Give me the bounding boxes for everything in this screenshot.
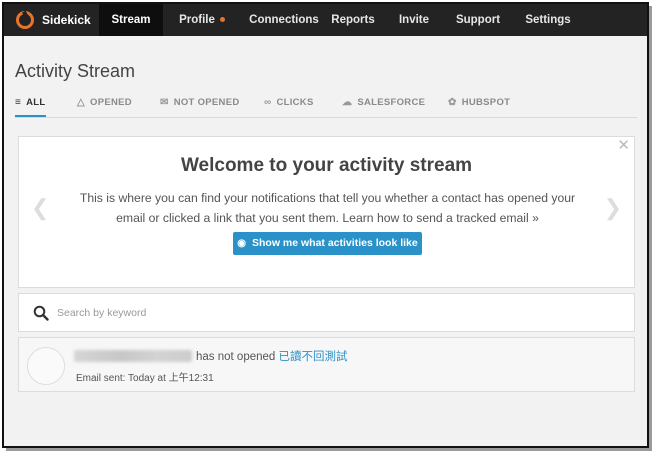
welcome-card: ✕ ❮ ❯ Welcome to your activity stream Th… bbox=[18, 136, 635, 288]
nav-label: Reports bbox=[331, 14, 375, 26]
tab-clicks[interactable]: ∞ CLICKS bbox=[264, 92, 314, 117]
link-icon: ∞ bbox=[264, 97, 272, 108]
page-title: Activity Stream bbox=[15, 61, 136, 81]
tab-label: SALESFORCE bbox=[357, 97, 426, 108]
chevron-right-icon[interactable]: ❯ bbox=[604, 197, 622, 219]
close-icon[interactable]: ✕ bbox=[617, 137, 630, 155]
nav-label: Support bbox=[455, 14, 501, 26]
tab-label: ALL bbox=[26, 97, 46, 108]
window-shadow bbox=[6, 448, 652, 451]
top-navigation-bar: Sidekick Stream Profile Connections Repo… bbox=[4, 4, 647, 36]
hubspot-icon: ✿ bbox=[448, 97, 457, 108]
nav-item-profile[interactable]: Profile bbox=[166, 4, 238, 36]
avatar bbox=[27, 347, 65, 385]
show-activities-button[interactable]: ◉ Show me what activities look like bbox=[233, 232, 422, 255]
nav-item-support[interactable]: Support bbox=[450, 4, 506, 36]
nav-item-settings[interactable]: Settings bbox=[518, 4, 578, 36]
email-subject-link[interactable]: 已讀不回測試 bbox=[279, 351, 348, 363]
sidekick-logo-icon bbox=[16, 11, 34, 29]
tab-label: CLICKS bbox=[276, 97, 314, 108]
tab-label: NOT OPENED bbox=[173, 97, 240, 108]
search-bar bbox=[18, 293, 635, 332]
notification-dot bbox=[219, 17, 225, 23]
eye-icon: ◉ bbox=[237, 238, 246, 249]
window-shadow bbox=[649, 6, 652, 450]
nav-item-reports[interactable]: Reports bbox=[323, 4, 383, 36]
envelope-open-icon: △ bbox=[77, 97, 85, 108]
activity-item[interactable]: has not opened 已讀不回測試 Email sent: Today … bbox=[18, 337, 635, 392]
welcome-text: This is where you can find your notifica… bbox=[79, 191, 576, 225]
nav-item-invite[interactable]: Invite bbox=[390, 4, 438, 36]
contact-email-redacted bbox=[74, 350, 192, 362]
welcome-title: Welcome to your activity stream bbox=[180, 155, 473, 176]
tab-label: HUBSPOT bbox=[461, 97, 511, 108]
list-icon: ≡ bbox=[15, 97, 22, 108]
tab-hubspot[interactable]: ✿ HUBSPOT bbox=[448, 92, 510, 117]
nav-label: Connections bbox=[249, 14, 319, 26]
cloud-icon: ☁ bbox=[342, 97, 353, 108]
nav-label: Stream bbox=[111, 14, 151, 26]
nav-label: Profile bbox=[179, 14, 215, 26]
nav-item-stream[interactable]: Stream bbox=[99, 4, 163, 36]
chevron-left-icon[interactable]: ❮ bbox=[31, 197, 49, 219]
tab-salesforce[interactable]: ☁ SALESFORCE bbox=[342, 92, 425, 117]
tab-label: OPENED bbox=[90, 97, 132, 108]
button-label: Show me what activities look like bbox=[252, 237, 418, 249]
tab-all[interactable]: ≡ ALL bbox=[15, 92, 46, 117]
brand-name: Sidekick bbox=[42, 13, 91, 27]
activity-status: has not opened bbox=[196, 351, 276, 363]
search-icon bbox=[33, 305, 49, 321]
tab-not-opened[interactable]: ✉ NOT OPENED bbox=[160, 92, 240, 117]
brand[interactable]: Sidekick bbox=[16, 4, 91, 36]
search-input[interactable] bbox=[57, 302, 617, 324]
nav-item-connections[interactable]: Connections bbox=[236, 4, 332, 36]
app-window: Sidekick Stream Profile Connections Repo… bbox=[2, 2, 649, 448]
filter-tabs: ≡ ALL △ OPENED ✉ NOT OPENED ∞ CLICKS ☁ SALESF… bbox=[15, 92, 637, 118]
envelope-icon: ✉ bbox=[160, 97, 169, 108]
activity-summary: has not opened 已讀不回測試 bbox=[196, 348, 348, 364]
tab-opened[interactable]: △ OPENED bbox=[77, 92, 132, 117]
nav-label: Invite bbox=[398, 14, 430, 26]
activity-sent-time: Email sent: Today at 上午12:31 bbox=[76, 373, 214, 384]
nav-label: Settings bbox=[525, 14, 571, 26]
